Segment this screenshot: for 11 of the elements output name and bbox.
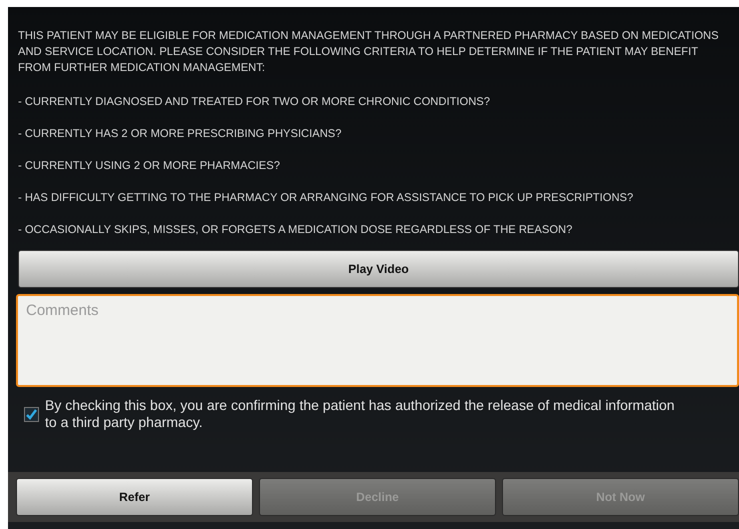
criterion-text: - CURRENTLY DIAGNOSED AND TREATED FOR TWO OR MORE CHRONIC CONDITIONS?	[18, 95, 491, 110]
comments-field[interactable]: Comments	[16, 294, 739, 387]
play-video-button[interactable]: Play Video	[18, 250, 739, 288]
consent-label: By checking this box, you are confirming the patient has authorized the release of medical information to a third party pharmacy.	[45, 397, 676, 431]
intro-text: THIS PATIENT MAY BE ELIGIBLE FOR MEDICATION MANAGEMENT THROUGH A PARTNERED PHARMACY BASED ON MEDICATIONS AND SERVICE LOCATION. PLEASE CONSIDER THE FOLLOWING CRITERIA TO HELP DETERMINE IF THE PATIENT MAY BENEFIT FROM FURTHER MEDICATION MANAGEMENT:	[18, 29, 720, 76]
criterion-text: - CURRENTLY HAS 2 OR MORE PRESCRIBING PHYSICIANS?	[18, 127, 342, 142]
criterion-text: - HAS DIFFICULTY GETTING TO THE PHARMACY OR ARRANGING FOR ASSISTANCE TO PICK UP PRESCRIPTIONS?	[18, 191, 634, 206]
criterion-text: - OCCASIONALLY SKIPS, MISSES, OR FORGETS A MEDICATION DOSE REGARDLESS OF THE REASON?	[18, 223, 574, 238]
action-button[interactable]: Refer	[16, 478, 253, 516]
consent-checkbox[interactable]	[24, 407, 39, 422]
criterion-text: - CURRENTLY USING 2 OR MORE PHARMACIES?	[18, 159, 281, 174]
